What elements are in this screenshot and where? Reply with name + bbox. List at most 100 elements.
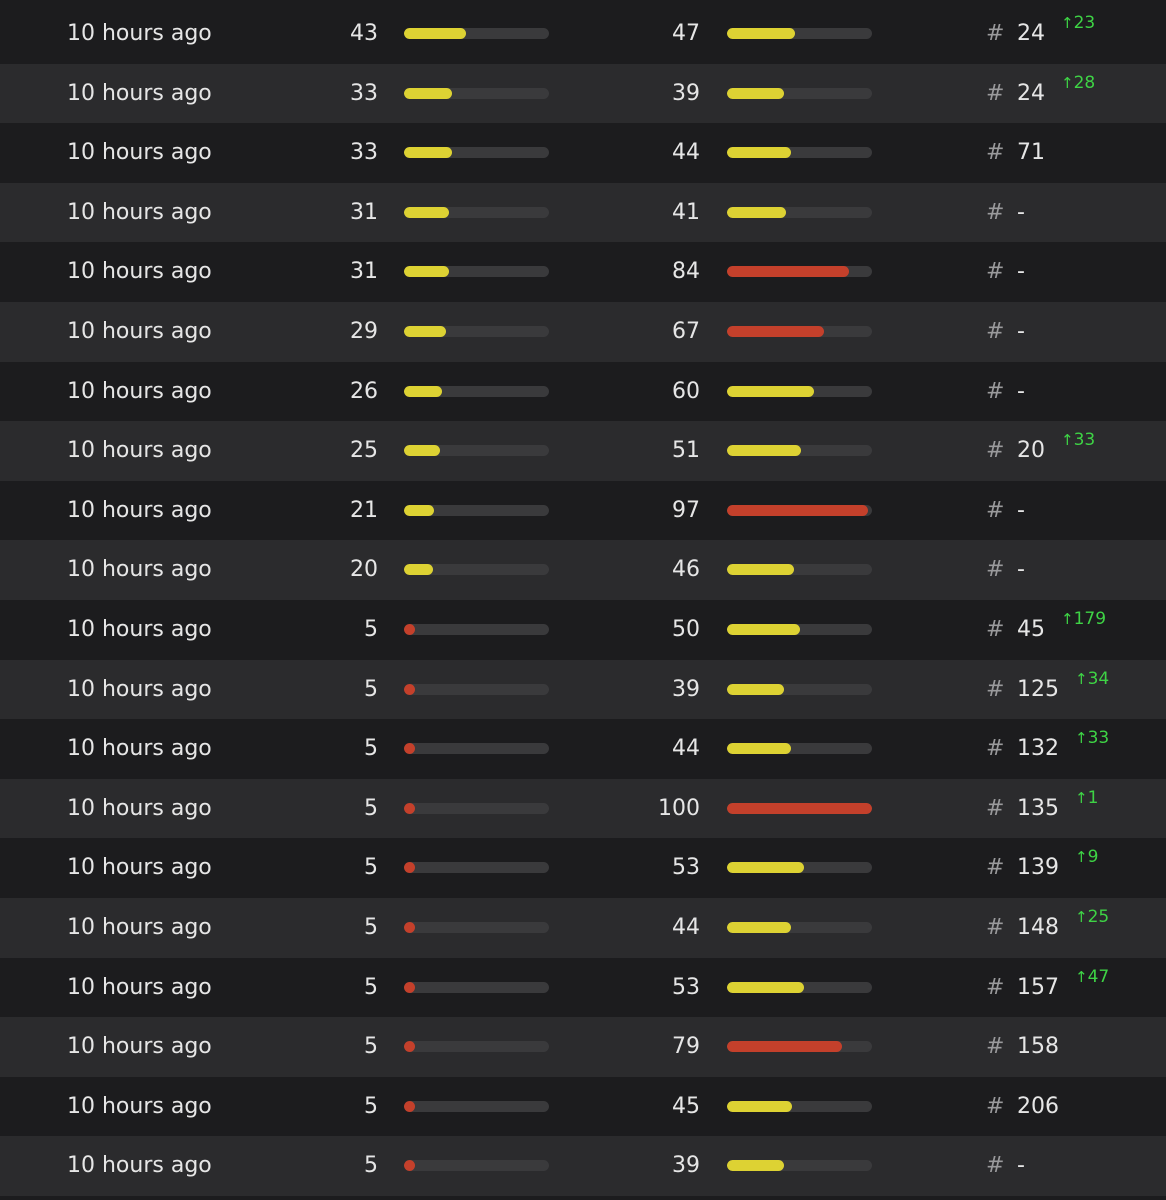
- score-1-value: 5: [364, 676, 378, 702]
- score-2-bar-fill: [727, 266, 849, 278]
- table-row[interactable]: 10 hours ago 25 51 #20 ↑33: [0, 421, 1166, 481]
- score-2-bar-fill: [727, 87, 784, 99]
- score-2-bar-fill: [727, 504, 868, 516]
- score-2-value: 60: [672, 378, 700, 404]
- rank-value: 24: [1017, 80, 1045, 106]
- score-1-bar: [404, 1041, 549, 1053]
- row-time: 10 hours ago: [67, 199, 212, 225]
- table-row[interactable]: 10 hours ago 5 39 #125 ↑34: [0, 659, 1166, 720]
- row-time: 10 hours ago: [67, 140, 212, 166]
- score-2-bar-fill: [727, 683, 784, 695]
- table-row[interactable]: 10 hours ago 31 84 # -: [0, 242, 1166, 302]
- score-1-value: 43: [350, 21, 378, 46]
- table-row[interactable]: 10 hours ago 5 50 #45 ↑179: [0, 599, 1166, 660]
- score-1-bar: [404, 564, 549, 576]
- score-2-bar-fill: [727, 1160, 784, 1172]
- hash-icon: #: [986, 1093, 1005, 1119]
- score-1-value: 25: [350, 438, 378, 464]
- score-2-bar-fill: [727, 1100, 792, 1112]
- score-2-value: 45: [672, 1093, 700, 1119]
- score-2-bar: [727, 325, 872, 337]
- score-2-bar-fill: [727, 28, 795, 39]
- table-row[interactable]: 10 hours ago 5 39 # -: [0, 1136, 1166, 1196]
- rank-change-value: 33: [1073, 430, 1096, 451]
- score-2-bar: [727, 623, 872, 635]
- score-2-value: 50: [672, 616, 700, 642]
- table-row[interactable]: 10 hours ago 5 44 #148 ↑25: [0, 897, 1166, 958]
- hash-icon: #: [986, 438, 1005, 464]
- hash-icon: #: [986, 855, 1005, 881]
- rank-change: ↑34: [1075, 669, 1109, 689]
- score-1-bar-fill: [404, 564, 433, 576]
- table-row[interactable]: 10 hours ago 33 39 #24 ↑28: [0, 63, 1166, 124]
- rank-value: 158: [1017, 1034, 1059, 1060]
- rank-value: 20: [1017, 438, 1045, 464]
- row-time: 10 hours ago: [67, 736, 212, 762]
- row-time: 10 hours ago: [67, 259, 212, 285]
- score-1-bar: [404, 743, 549, 755]
- score-1-bar-fill: [404, 743, 415, 755]
- score-2-bar: [727, 1160, 872, 1172]
- score-1-bar-fill: [404, 802, 415, 814]
- hash-icon: #: [986, 616, 1005, 642]
- score-2-bar: [727, 28, 872, 39]
- score-2-value: 46: [672, 557, 700, 583]
- row-time: 10 hours ago: [67, 1153, 212, 1179]
- score-2-bar: [727, 981, 872, 993]
- score-1-value: 21: [350, 497, 378, 523]
- score-1-bar-fill: [404, 862, 415, 874]
- score-1-bar: [404, 325, 549, 337]
- score-2-value: 84: [672, 259, 700, 285]
- score-2-bar: [727, 802, 872, 814]
- score-1-bar: [404, 683, 549, 695]
- score-1-value: 5: [364, 914, 378, 940]
- table-row[interactable]: 10 hours ago 21 97 # -: [0, 480, 1166, 541]
- hash-icon: #: [986, 378, 1005, 404]
- row-time: 10 hours ago: [67, 557, 212, 583]
- score-1-bar-fill: [404, 623, 415, 635]
- table-row[interactable]: 10 hours ago 5 79 #158: [0, 1017, 1166, 1077]
- table-row[interactable]: 10 hours ago 5 45 #206: [0, 1076, 1166, 1137]
- score-1-value: 5: [364, 1034, 378, 1060]
- table-row[interactable]: 10 hours ago 5 53 #157 ↑47: [0, 957, 1166, 1018]
- arrow-up-icon: ↑: [1075, 788, 1088, 807]
- table-row[interactable]: 10 hours ago 20 46 # -: [0, 540, 1166, 600]
- score-2-bar-fill: [727, 623, 800, 635]
- table-row[interactable]: 10 hours ago 5 44 #132 ↑33: [0, 719, 1166, 779]
- table-row[interactable]: 10 hours ago 43 47 #24 ↑23: [0, 4, 1166, 64]
- rank-change-value: 33: [1087, 728, 1110, 749]
- score-1-bar-fill: [404, 921, 415, 933]
- score-1-value: 33: [350, 80, 378, 106]
- arrow-up-icon: ↑: [1061, 431, 1074, 450]
- score-1-value: 5: [364, 855, 378, 881]
- table-row[interactable]: 10 hours ago 5 100 #135 ↑1: [0, 778, 1166, 839]
- arrow-up-icon: ↑: [1061, 609, 1074, 628]
- score-2-value: 47: [672, 21, 700, 46]
- score-1-bar: [404, 87, 549, 99]
- rank-change: ↑23: [1061, 13, 1095, 33]
- hash-icon: #: [986, 676, 1005, 702]
- rank-value: 157: [1017, 974, 1059, 1000]
- table-row[interactable]: 10 hours ago 26 60 # -: [0, 361, 1166, 422]
- score-2-bar-fill: [727, 862, 804, 874]
- rank-change: ↑33: [1075, 728, 1109, 748]
- score-2-value: 39: [672, 80, 700, 106]
- score-1-bar-fill: [404, 1100, 415, 1112]
- score-1-value: 33: [350, 140, 378, 166]
- score-1-bar: [404, 28, 549, 39]
- table-row[interactable]: 10 hours ago 29 67 # -: [0, 301, 1166, 362]
- row-time: 10 hours ago: [67, 1093, 212, 1119]
- table-row[interactable]: 10 hours ago 5 53 #139 ↑9: [0, 838, 1166, 898]
- row-time: 10 hours ago: [67, 378, 212, 404]
- rank-value: 148: [1017, 914, 1059, 940]
- table-row[interactable]: 10 hours ago 31 41 # -: [0, 182, 1166, 243]
- arrow-up-icon: ↑: [1061, 14, 1074, 32]
- hash-icon: #: [986, 974, 1005, 1000]
- score-2-value: 100: [658, 795, 700, 821]
- score-1-bar: [404, 802, 549, 814]
- rank-change-value: 1: [1087, 787, 1099, 808]
- table-row[interactable]: 10 hours ago 33 44 #71: [0, 123, 1166, 183]
- score-1-bar: [404, 504, 549, 516]
- score-2-bar-fill: [727, 921, 791, 933]
- score-2-bar-fill: [727, 1041, 842, 1053]
